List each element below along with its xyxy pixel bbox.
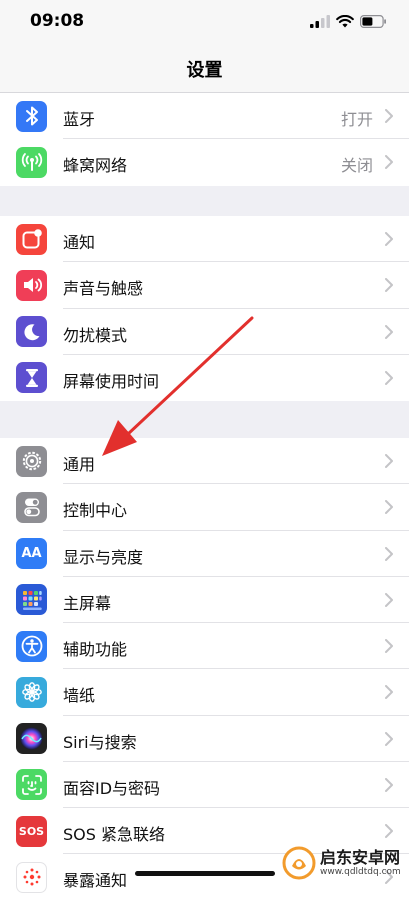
chevron-right-icon xyxy=(385,324,393,339)
chevron-right-icon xyxy=(385,278,393,293)
settings-row-bluetooth[interactable]: 蓝牙 打开 xyxy=(0,93,409,140)
wallpaper-icon xyxy=(16,676,47,708)
settings-row-siri-search[interactable]: Siri与搜索 xyxy=(0,716,409,762)
chevron-right-icon xyxy=(385,731,393,746)
chevron-right-icon xyxy=(385,639,393,653)
moon-icon xyxy=(16,316,47,347)
exposure-icon xyxy=(16,861,47,893)
settings-row-label: 主屏幕 xyxy=(63,593,112,613)
settings-row-notifications[interactable]: 通知 xyxy=(0,216,409,263)
siri-icon xyxy=(16,723,47,754)
settings-row-label: 墙纸 xyxy=(63,686,96,706)
battery-icon xyxy=(360,14,386,28)
status-icons xyxy=(310,12,387,30)
settings-row-label: 通知 xyxy=(63,233,96,252)
watermark-name: 启东安卓网 xyxy=(320,847,401,867)
settings-row-label: 屏幕使用时间 xyxy=(63,371,160,391)
status-time: 09:08 xyxy=(30,11,85,31)
settings-row-label: SOS 紧急联络 xyxy=(63,825,165,844)
accessibility-icon xyxy=(16,630,47,662)
settings-row-label: 暴露通知 xyxy=(63,871,128,891)
settings-row-display-brightness[interactable]: AA 显示与亮度 xyxy=(0,531,409,577)
settings-row-value: 打开 xyxy=(340,110,373,129)
display-icon: AA xyxy=(16,538,47,569)
sound-icon xyxy=(16,269,47,301)
settings-row-face-id[interactable]: 面容ID与密码 xyxy=(0,762,409,808)
chevron-right-icon xyxy=(385,777,393,792)
page-title: 设置 xyxy=(186,60,223,81)
hourglass-icon xyxy=(16,362,47,394)
settings-row-do-not-disturb[interactable]: 勿扰模式 xyxy=(0,309,409,355)
settings-row-label: 面容ID与密码 xyxy=(63,778,161,798)
sos-icon-text: SOS xyxy=(18,824,45,838)
toggles-icon xyxy=(16,491,47,523)
signal-icon xyxy=(310,14,330,28)
chevron-right-icon xyxy=(385,155,393,170)
home-screen-icon xyxy=(16,584,47,616)
settings-group-connectivity: 蓝牙 打开 蜂窝网络 关闭 xyxy=(0,93,409,186)
home-indicator[interactable] xyxy=(135,871,275,876)
settings-row-cellular[interactable]: 蜂窝网络 关闭 xyxy=(0,139,409,185)
settings-row-wallpaper[interactable]: 墙纸 xyxy=(0,669,409,716)
gear-icon xyxy=(16,445,47,477)
chevron-right-icon xyxy=(385,454,393,468)
wifi-icon xyxy=(336,14,354,27)
chevron-right-icon xyxy=(385,370,393,385)
settings-row-screen-time[interactable]: 屏幕使用时间 xyxy=(0,355,409,401)
watermark-logo-icon xyxy=(282,846,316,880)
sos-icon: SOS xyxy=(16,815,47,847)
chevron-right-icon xyxy=(385,592,393,607)
settings-group-notifications: 通知 声音与触感 勿扰模式 屏幕使用时间 xyxy=(0,216,409,401)
settings-row-label: 蜂窝网络 xyxy=(63,156,128,176)
watermark-url: www.qdldtdq.com xyxy=(320,866,401,877)
settings-group-general: 通用 控制中心 AA 显示与亮度 主屏幕 辅助功能 墙纸 Siri与搜索 面容I… xyxy=(0,438,409,901)
chevron-right-icon xyxy=(385,546,393,561)
nav-bar: 设置 xyxy=(0,44,409,93)
chevron-right-icon xyxy=(385,824,393,838)
settings-row-control-center[interactable]: 控制中心 xyxy=(0,484,409,531)
watermark-text: 启东安卓网 www.qdldtdq.com xyxy=(320,847,401,877)
chevron-right-icon xyxy=(385,500,393,515)
settings-row-label: Siri与搜索 xyxy=(63,732,137,752)
settings-row-general[interactable]: 通用 xyxy=(0,438,409,485)
bluetooth-icon xyxy=(16,100,47,132)
settings-row-label: 辅助功能 xyxy=(63,640,128,659)
settings-row-label: 控制中心 xyxy=(63,501,128,521)
settings-row-label: 勿扰模式 xyxy=(63,325,128,345)
settings-row-sounds[interactable]: 声音与触感 xyxy=(0,262,409,309)
settings-row-label: 蓝牙 xyxy=(63,110,96,129)
chevron-right-icon xyxy=(385,685,393,700)
settings-row-home-screen[interactable]: 主屏幕 xyxy=(0,577,409,623)
status-bar: 09:08 xyxy=(0,0,409,44)
settings-row-label: 显示与亮度 xyxy=(63,547,144,567)
settings-row-label: 通用 xyxy=(63,455,96,474)
face-id-icon xyxy=(16,769,47,801)
chevron-right-icon xyxy=(385,109,393,123)
settings-row-accessibility[interactable]: 辅助功能 xyxy=(0,623,409,670)
display-icon-text: AA xyxy=(21,546,42,561)
notifications-icon xyxy=(16,223,47,255)
settings-row-value: 关闭 xyxy=(340,156,373,176)
cellular-icon xyxy=(16,146,47,178)
chevron-right-icon xyxy=(385,232,393,246)
watermark: 启东安卓网 www.qdldtdq.com xyxy=(282,843,408,883)
settings-row-label: 声音与触感 xyxy=(63,279,144,299)
